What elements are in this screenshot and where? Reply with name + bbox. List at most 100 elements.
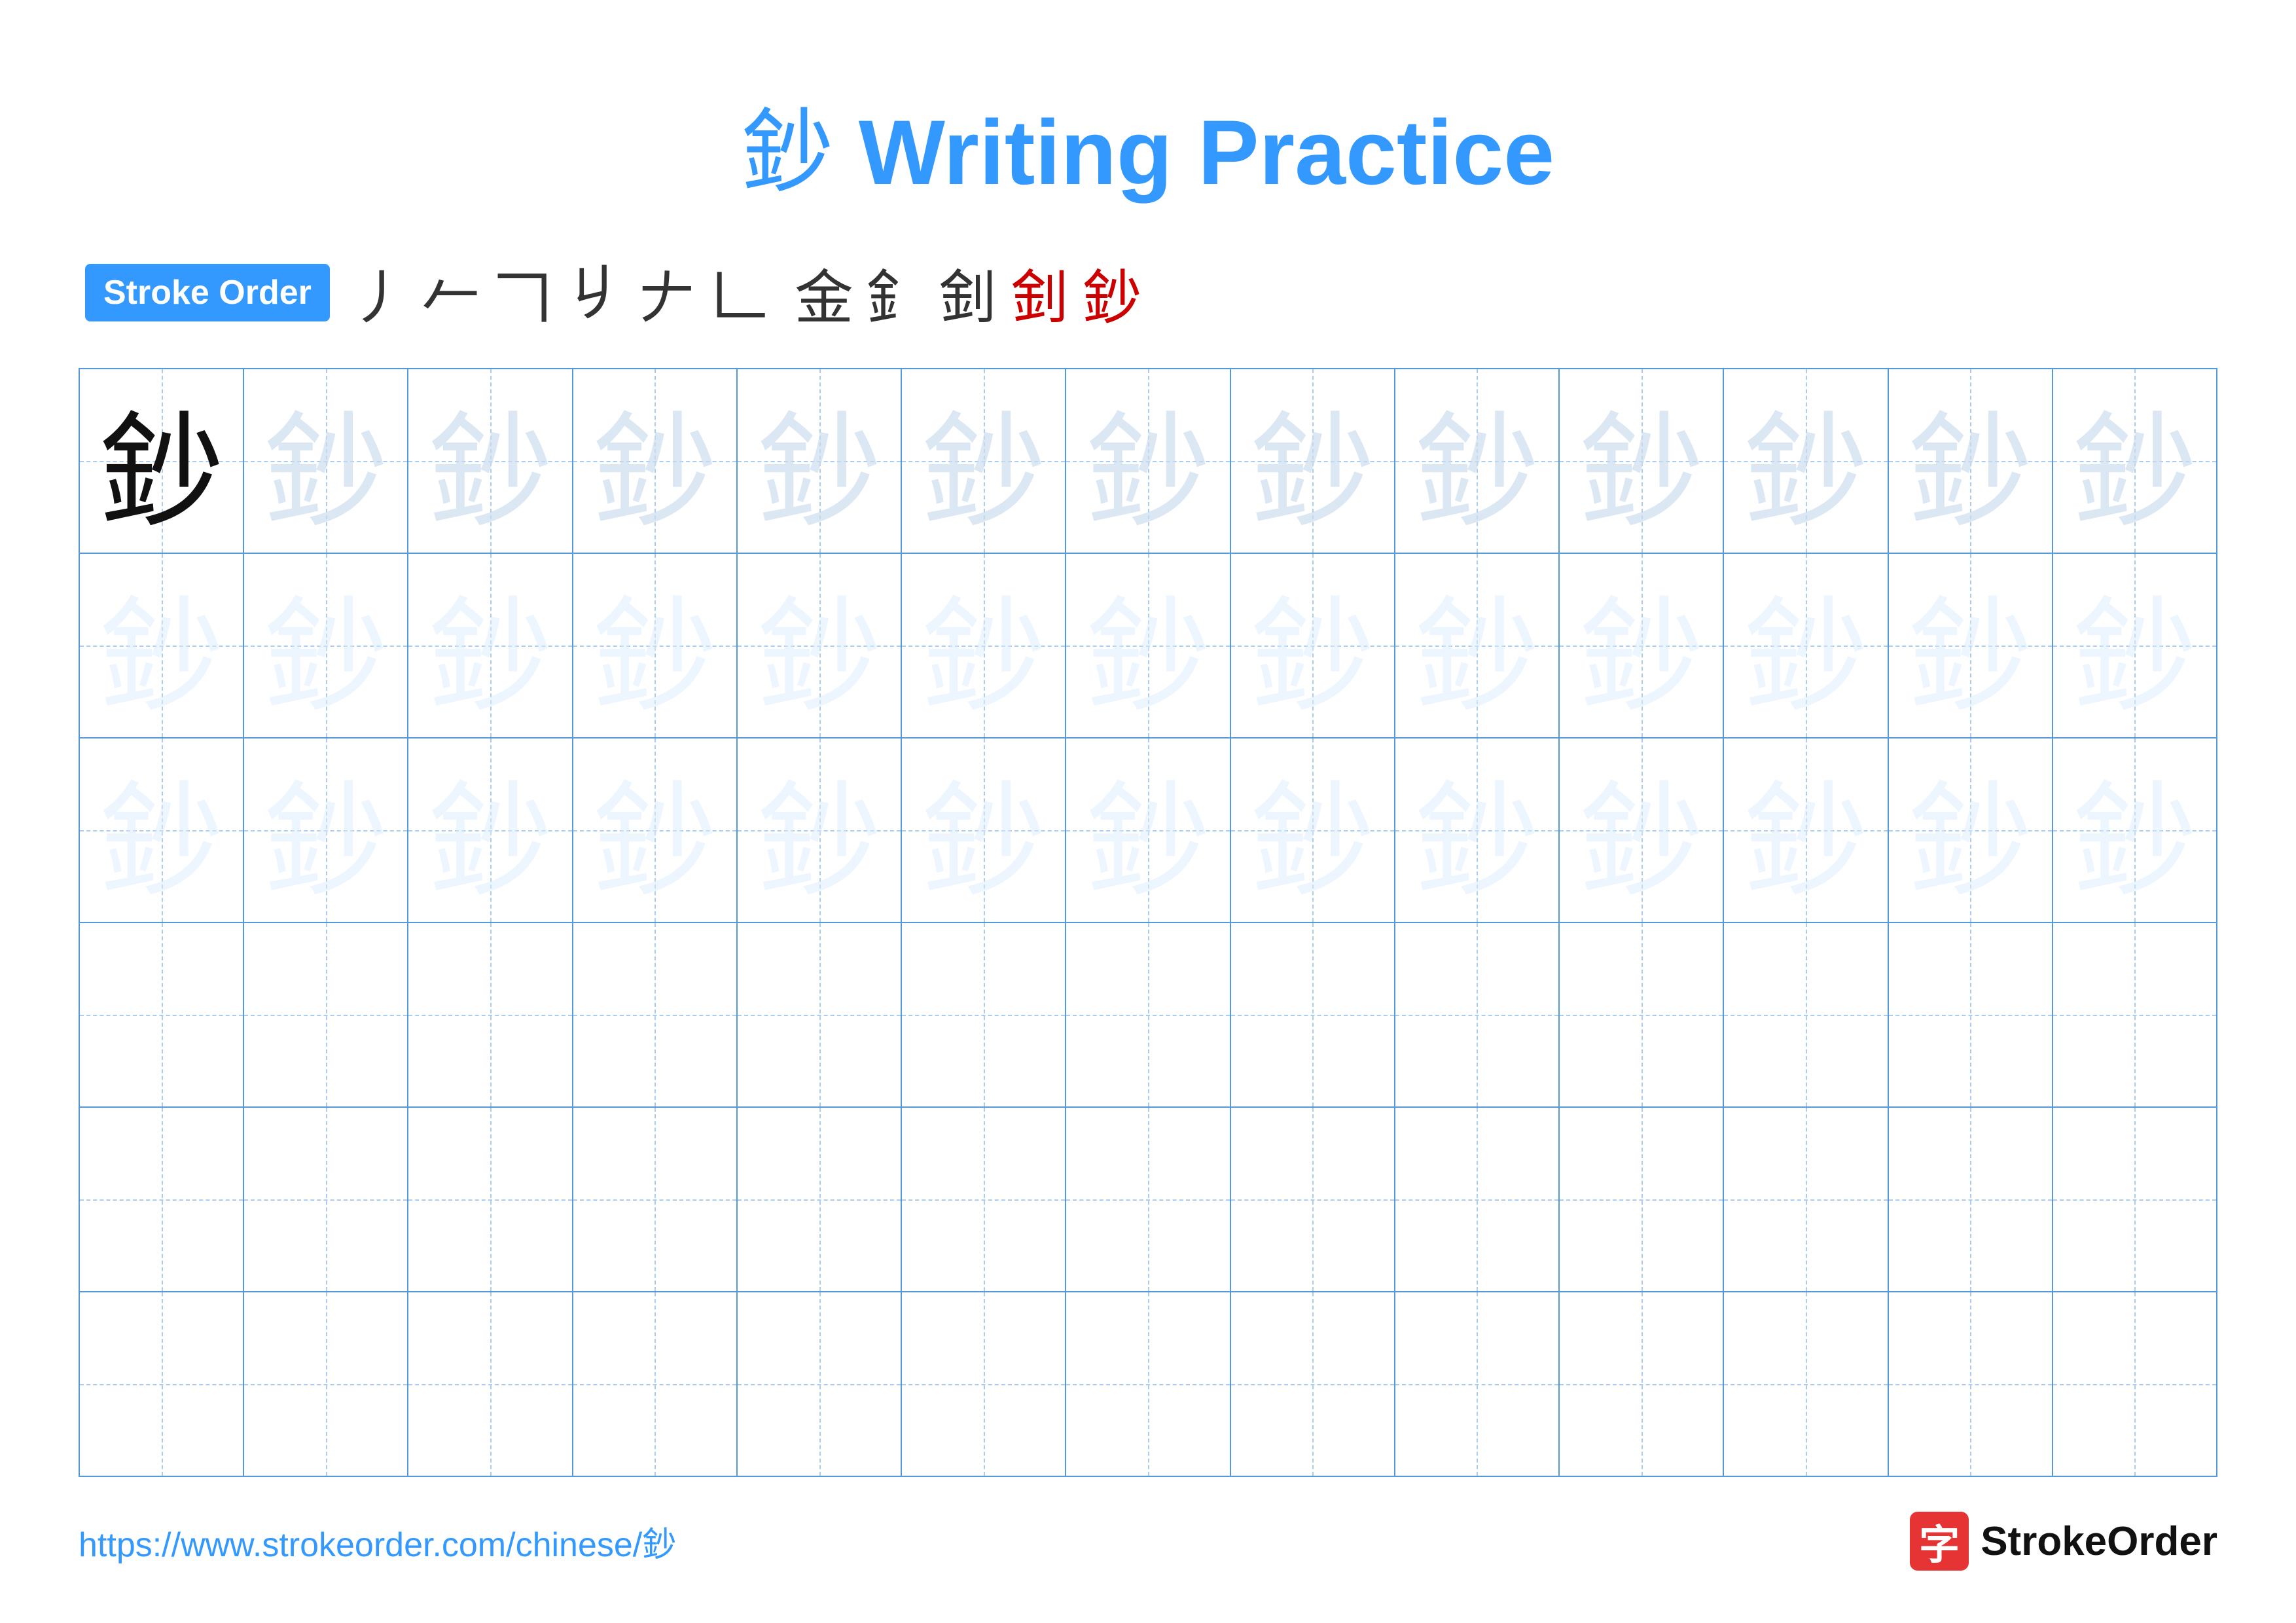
char-light: 鈔 bbox=[1579, 371, 1704, 551]
grid-cell-1-10[interactable]: 鈔 bbox=[1560, 369, 1724, 553]
char-light: 鈔 bbox=[1086, 371, 1210, 551]
grid-cell-1-9[interactable]: 鈔 bbox=[1395, 369, 1560, 553]
grid-cell-3-8[interactable]: 鈔 bbox=[1231, 739, 1395, 922]
strokeorder-logo-icon: 字 bbox=[1910, 1512, 1969, 1571]
grid-cell-4-9[interactable] bbox=[1395, 923, 1560, 1106]
grid-cell-2-5[interactable]: 鈔 bbox=[738, 554, 902, 737]
grid-cell-3-11[interactable]: 鈔 bbox=[1724, 739, 1888, 922]
grid-cell-1-2[interactable]: 鈔 bbox=[244, 369, 408, 553]
stroke-order-row: Stroke Order 丿 𠂉 𠃍 𠂈 𠂇 𠃊 𠄡 金 釒 釗 釗 鈔 bbox=[79, 250, 2217, 335]
grid-cell-4-11[interactable] bbox=[1724, 923, 1888, 1106]
char-dark: 鈔 bbox=[99, 371, 224, 551]
grid-cell-3-1[interactable]: 鈔 bbox=[80, 739, 244, 922]
grid-cell-5-2[interactable] bbox=[244, 1108, 408, 1291]
grid-cell-1-12[interactable]: 鈔 bbox=[1889, 369, 2053, 553]
grid-cell-6-7[interactable] bbox=[1066, 1292, 1230, 1476]
grid-cell-5-13[interactable] bbox=[2053, 1108, 2216, 1291]
grid-cell-1-3[interactable]: 鈔 bbox=[408, 369, 573, 553]
grid-cell-2-9[interactable]: 鈔 bbox=[1395, 554, 1560, 737]
grid-cell-1-7[interactable]: 鈔 bbox=[1066, 369, 1230, 553]
grid-cell-4-10[interactable] bbox=[1560, 923, 1724, 1106]
grid-cell-5-4[interactable] bbox=[573, 1108, 738, 1291]
grid-cell-1-8[interactable]: 鈔 bbox=[1231, 369, 1395, 553]
grid-cell-3-13[interactable]: 鈔 bbox=[2053, 739, 2216, 922]
grid-cell-5-6[interactable] bbox=[902, 1108, 1066, 1291]
grid-cell-6-6[interactable] bbox=[902, 1292, 1066, 1476]
grid-cell-5-5[interactable] bbox=[738, 1108, 902, 1291]
grid-cell-2-11[interactable]: 鈔 bbox=[1724, 554, 1888, 737]
grid-cell-2-1[interactable]: 鈔 bbox=[80, 554, 244, 737]
grid-cell-4-13[interactable] bbox=[2053, 923, 2216, 1106]
grid-cell-6-3[interactable] bbox=[408, 1292, 573, 1476]
char-lighter: 鈔 bbox=[264, 740, 388, 921]
grid-cell-5-1[interactable] bbox=[80, 1108, 244, 1291]
grid-cell-6-4[interactable] bbox=[573, 1292, 738, 1476]
char-lighter: 鈔 bbox=[922, 556, 1046, 736]
page: 鈔 Writing Practice Stroke Order 丿 𠂉 𠃍 𠂈 … bbox=[0, 0, 2296, 1623]
grid-cell-6-1[interactable] bbox=[80, 1292, 244, 1476]
char-lighter: 鈔 bbox=[99, 740, 224, 921]
char-lighter: 鈔 bbox=[2072, 556, 2197, 736]
grid-cell-4-6[interactable] bbox=[902, 923, 1066, 1106]
grid-cell-6-5[interactable] bbox=[738, 1292, 902, 1476]
stroke-8: 金 bbox=[795, 250, 853, 335]
grid-cell-6-10[interactable] bbox=[1560, 1292, 1724, 1476]
grid-cell-5-7[interactable] bbox=[1066, 1108, 1230, 1291]
stroke-2: 𠂉 bbox=[422, 250, 480, 335]
grid-cell-5-11[interactable] bbox=[1724, 1108, 1888, 1291]
grid-cell-2-13[interactable]: 鈔 bbox=[2053, 554, 2216, 737]
grid-cell-1-13[interactable]: 鈔 bbox=[2053, 369, 2216, 553]
char-lighter: 鈔 bbox=[1250, 740, 1374, 921]
grid-cell-5-3[interactable] bbox=[408, 1108, 573, 1291]
grid-cell-4-4[interactable] bbox=[573, 923, 738, 1106]
grid-cell-5-9[interactable] bbox=[1395, 1108, 1560, 1291]
grid-cell-6-12[interactable] bbox=[1889, 1292, 2053, 1476]
grid-cell-2-2[interactable]: 鈔 bbox=[244, 554, 408, 737]
grid-cell-3-12[interactable]: 鈔 bbox=[1889, 739, 2053, 922]
footer-url[interactable]: https://www.strokeorder.com/chinese/鈔 bbox=[79, 1517, 676, 1566]
grid-cell-1-4[interactable]: 鈔 bbox=[573, 369, 738, 553]
grid-cell-2-4[interactable]: 鈔 bbox=[573, 554, 738, 737]
char-lighter: 鈔 bbox=[99, 556, 224, 736]
grid-cell-3-2[interactable]: 鈔 bbox=[244, 739, 408, 922]
grid-cell-5-8[interactable] bbox=[1231, 1108, 1395, 1291]
grid-cell-2-8[interactable]: 鈔 bbox=[1231, 554, 1395, 737]
char-lighter: 鈔 bbox=[757, 556, 882, 736]
grid-cell-6-8[interactable] bbox=[1231, 1292, 1395, 1476]
grid-cell-1-5[interactable]: 鈔 bbox=[738, 369, 902, 553]
grid-cell-6-13[interactable] bbox=[2053, 1292, 2216, 1476]
grid-cell-3-10[interactable]: 鈔 bbox=[1560, 739, 1724, 922]
grid-cell-6-9[interactable] bbox=[1395, 1292, 1560, 1476]
grid-cell-3-7[interactable]: 鈔 bbox=[1066, 739, 1230, 922]
char-light: 鈔 bbox=[264, 371, 388, 551]
grid-cell-4-12[interactable] bbox=[1889, 923, 2053, 1106]
stroke-9: 釒 bbox=[867, 250, 925, 335]
grid-cell-5-10[interactable] bbox=[1560, 1108, 1724, 1291]
grid-cell-3-9[interactable]: 鈔 bbox=[1395, 739, 1560, 922]
grid-cell-2-6[interactable]: 鈔 bbox=[902, 554, 1066, 737]
grid-cell-6-11[interactable] bbox=[1724, 1292, 1888, 1476]
grid-cell-4-3[interactable] bbox=[408, 923, 573, 1106]
stroke-3: 𠃍 bbox=[493, 250, 552, 335]
grid-cell-1-1[interactable]: 鈔 bbox=[80, 369, 244, 553]
char-lighter: 鈔 bbox=[2072, 740, 2197, 921]
grid-cell-6-2[interactable] bbox=[244, 1292, 408, 1476]
grid-cell-1-11[interactable]: 鈔 bbox=[1724, 369, 1888, 553]
grid-cell-3-6[interactable]: 鈔 bbox=[902, 739, 1066, 922]
grid-cell-4-2[interactable] bbox=[244, 923, 408, 1106]
grid-cell-4-8[interactable] bbox=[1231, 923, 1395, 1106]
grid-row-3: 鈔 鈔 鈔 鈔 鈔 鈔 鈔 鈔 鈔 鈔 鈔 鈔 鈔 bbox=[80, 739, 2216, 923]
grid-cell-4-1[interactable] bbox=[80, 923, 244, 1106]
strokeorder-logo-text: StrokeOrder bbox=[1981, 1518, 2217, 1565]
grid-cell-2-10[interactable]: 鈔 bbox=[1560, 554, 1724, 737]
grid-cell-3-4[interactable]: 鈔 bbox=[573, 739, 738, 922]
grid-cell-2-7[interactable]: 鈔 bbox=[1066, 554, 1230, 737]
grid-cell-3-3[interactable]: 鈔 bbox=[408, 739, 573, 922]
grid-cell-2-3[interactable]: 鈔 bbox=[408, 554, 573, 737]
grid-cell-1-6[interactable]: 鈔 bbox=[902, 369, 1066, 553]
grid-cell-3-5[interactable]: 鈔 bbox=[738, 739, 902, 922]
grid-cell-4-5[interactable] bbox=[738, 923, 902, 1106]
grid-cell-4-7[interactable] bbox=[1066, 923, 1230, 1106]
grid-cell-2-12[interactable]: 鈔 bbox=[1889, 554, 2053, 737]
grid-cell-5-12[interactable] bbox=[1889, 1108, 2053, 1291]
